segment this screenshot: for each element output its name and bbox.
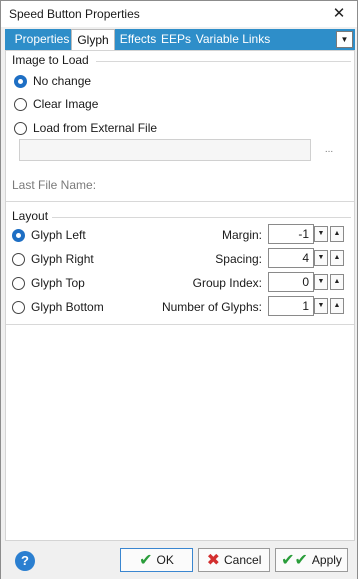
radio-glyph-bottom-label: Glyph Bottom xyxy=(31,300,104,314)
layout-group-bottom-divider xyxy=(6,324,354,325)
margin-label: Margin: xyxy=(221,228,262,242)
radio-unselected-icon[interactable] xyxy=(12,276,25,290)
number-of-glyphs-decrease-icon[interactable]: ▼ xyxy=(314,298,328,314)
apply-button-label: Apply xyxy=(311,553,342,567)
dialog-footer: ? ✔ OK ✖ Cancel ✔✔ Apply xyxy=(1,541,357,579)
radio-glyph-right-label: Glyph Right xyxy=(31,252,94,266)
image-group-title: Image to Load xyxy=(12,53,89,67)
radio-glyph-right[interactable]: Glyph Right xyxy=(12,252,94,266)
window-title: Speed Button Properties xyxy=(9,7,140,21)
external-file-path-input[interactable] xyxy=(19,139,311,161)
radio-no-change-label: No change xyxy=(33,74,92,88)
help-icon[interactable]: ? xyxy=(15,551,35,571)
browse-file-button[interactable]: ... xyxy=(319,144,339,158)
radio-no-change[interactable]: No change xyxy=(14,74,91,88)
radio-clear-image-label: Clear Image xyxy=(33,97,99,111)
group-index-label: Group Index: xyxy=(192,276,262,290)
radio-clear-image[interactable]: Clear Image xyxy=(14,97,98,111)
tab-eeps[interactable]: EEPs xyxy=(161,29,191,50)
checkmark-icon: ✔ xyxy=(139,552,153,569)
close-icon[interactable]: ✕ xyxy=(325,2,353,26)
group-index-decrease-icon[interactable]: ▼ xyxy=(314,274,328,290)
radio-glyph-bottom[interactable]: Glyph Bottom xyxy=(12,300,104,314)
number-of-glyphs-input[interactable]: 1 xyxy=(268,296,314,316)
apply-button[interactable]: ✔✔ Apply xyxy=(275,548,348,572)
tab-overflow-chevron-icon[interactable]: ▼ xyxy=(336,31,353,48)
group-index-increase-icon[interactable]: ▲ xyxy=(330,274,344,290)
properties-dialog: Speed Button Properties ✕ Properties Gly… xyxy=(0,0,358,579)
radio-load-external-label: Load from External File xyxy=(33,121,158,135)
ok-button[interactable]: ✔ OK xyxy=(120,548,193,572)
cancel-button[interactable]: ✖ Cancel xyxy=(198,548,270,572)
radio-unselected-icon[interactable] xyxy=(12,252,25,266)
title-bar: Speed Button Properties ✕ xyxy=(1,1,357,27)
spacing-label: Spacing: xyxy=(215,252,262,266)
margin-increase-icon[interactable]: ▲ xyxy=(330,226,344,242)
radio-unselected-icon[interactable] xyxy=(14,121,27,135)
number-of-glyphs-increase-icon[interactable]: ▲ xyxy=(330,298,344,314)
tab-effects[interactable]: Effects xyxy=(115,29,161,50)
radio-glyph-top[interactable]: Glyph Top xyxy=(12,276,85,290)
spacing-increase-icon[interactable]: ▲ xyxy=(330,250,344,266)
tab-strip: Properties Glyph Effects EEPs Variable L… xyxy=(5,29,355,51)
radio-selected-icon[interactable] xyxy=(14,74,27,88)
double-checkmark-icon: ✔✔ xyxy=(281,552,308,569)
radio-selected-icon[interactable] xyxy=(12,228,25,242)
radio-glyph-top-label: Glyph Top xyxy=(31,276,85,290)
margin-decrease-icon[interactable]: ▼ xyxy=(314,226,328,242)
ok-button-label: OK xyxy=(156,553,174,567)
group-index-input[interactable]: 0 xyxy=(268,272,314,292)
tab-variable-links[interactable]: Variable Links xyxy=(193,29,273,50)
radio-unselected-icon[interactable] xyxy=(14,97,27,111)
layout-group-divider xyxy=(52,217,351,218)
tab-glyph[interactable]: Glyph xyxy=(71,29,115,51)
radio-glyph-left[interactable]: Glyph Left xyxy=(12,228,86,242)
section-divider xyxy=(6,201,354,202)
radio-glyph-left-label: Glyph Left xyxy=(31,228,86,242)
margin-input[interactable]: -1 xyxy=(268,224,314,244)
image-group-divider xyxy=(96,61,351,62)
spacing-decrease-icon[interactable]: ▼ xyxy=(314,250,328,266)
layout-group-title: Layout xyxy=(12,209,49,223)
spacing-input[interactable]: 4 xyxy=(268,248,314,268)
number-of-glyphs-label: Number of Glyphs: xyxy=(161,300,262,314)
last-file-name-label: Last File Name: xyxy=(12,178,97,192)
tab-properties[interactable]: Properties xyxy=(11,29,73,50)
radio-unselected-icon[interactable] xyxy=(12,300,25,314)
cancel-button-label: Cancel xyxy=(224,553,262,567)
radio-load-external[interactable]: Load from External File xyxy=(14,121,157,135)
glyph-tab-page: Image to Load No change Clear Image Load… xyxy=(5,50,355,541)
cancel-x-icon: ✖ xyxy=(206,552,221,569)
